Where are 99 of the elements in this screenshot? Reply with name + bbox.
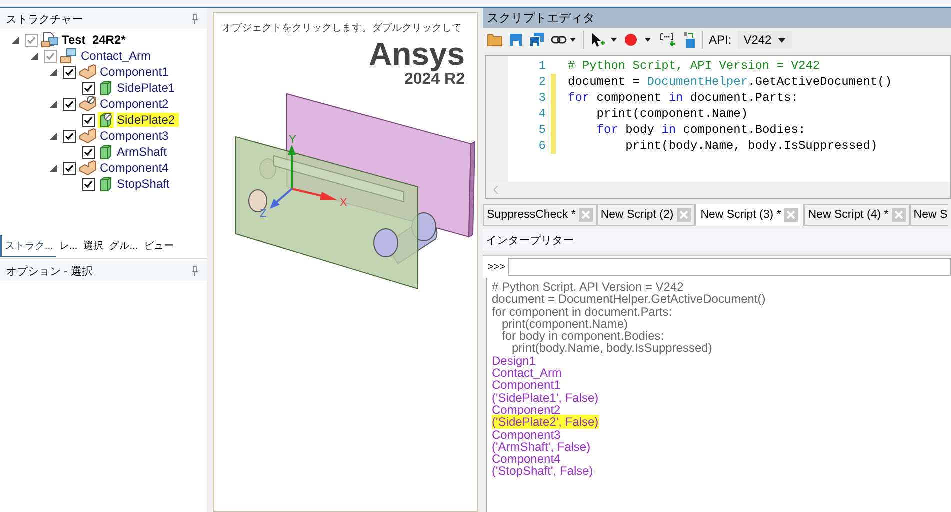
checkbox[interactable]: [82, 178, 95, 190]
line-number: 4: [538, 107, 546, 121]
code-line: print(body.Name, body.IsSuppressed): [624, 139, 878, 153]
record-dropdown-icon[interactable]: [624, 33, 652, 47]
tree-item[interactable]: Component1: [100, 65, 169, 79]
axis-triad-icon: [270, 145, 337, 209]
panel-tab[interactable]: ストラク...: [0, 235, 56, 257]
script-tab[interactable]: New Script (2): [596, 204, 695, 226]
pointer-dropdown-icon[interactable]: [590, 32, 618, 48]
tab-label: New Script (3) *: [700, 209, 782, 221]
panel-title: オプション - 選択: [6, 264, 93, 278]
panel-tab[interactable]: 選択: [80, 235, 107, 257]
link-dropdown-icon[interactable]: [551, 35, 577, 45]
line-number: 5: [538, 123, 546, 137]
tree-item[interactable]: SidePlate2: [117, 113, 180, 127]
checkbox[interactable]: [25, 34, 38, 46]
code-line: document = DocumentHelper.GetActiveDocument(): [568, 75, 892, 89]
panel-tab[interactable]: レ...: [56, 235, 81, 257]
code-editor[interactable]: [485, 55, 951, 199]
folder-icon[interactable]: [487, 33, 503, 47]
panel-title: ストラクチャー: [6, 12, 83, 26]
command-input[interactable]: [508, 258, 951, 276]
product-version: 2024 R2: [404, 71, 465, 89]
output-line: print(component.Name): [501, 316, 628, 331]
document-part-icon: [41, 32, 59, 48]
save-all-icon[interactable]: [529, 32, 545, 48]
output-line: Component3: [492, 428, 561, 442]
code-line: for component in document.Parts:: [568, 91, 798, 105]
expander-icon[interactable]: [50, 132, 57, 140]
checkbox[interactable]: [63, 66, 76, 78]
tree-item[interactable]: ArmShaft: [117, 145, 168, 159]
axis-label: Y: [289, 134, 296, 146]
save-icon[interactable]: [509, 33, 523, 47]
tree-item[interactable]: Test_24R2*: [62, 33, 126, 47]
panel-title: スクリプトエディタ: [487, 10, 595, 26]
panel-tab[interactable]: ビュー: [141, 235, 178, 257]
output-line: for component in document.Parts:: [492, 304, 672, 319]
output-line: Design1: [492, 354, 536, 368]
output-line: # Python Script, API Version = V242: [492, 280, 684, 294]
checkbox[interactable]: [82, 114, 95, 126]
output-line: ('ArmShaft', False): [492, 440, 591, 454]
tree-item[interactable]: SidePlate1: [117, 81, 176, 95]
output-line: document = DocumentHelper.GetActiveDocument(): [492, 292, 766, 306]
checkbox[interactable]: [63, 130, 76, 142]
line-number: 2: [538, 75, 546, 89]
viewport-hint: オブジェクトをクリックします。ダブルクリックして: [221, 22, 463, 35]
checkbox[interactable]: [44, 50, 57, 62]
output-line: Contact_Arm: [492, 366, 562, 380]
convert-script-icon[interactable]: [682, 31, 696, 49]
checkbox[interactable]: [63, 98, 76, 110]
tab-label: New Script (2): [600, 209, 674, 221]
pin-icon[interactable]: [191, 266, 199, 276]
caret-icon: [778, 38, 786, 42]
expander-icon[interactable]: [31, 52, 38, 60]
pin-icon[interactable]: [191, 14, 199, 24]
script-tab[interactable]: New Script (3) *: [694, 204, 804, 226]
expander-icon[interactable]: [50, 68, 57, 76]
checkbox[interactable]: [82, 82, 95, 94]
code-line: print(component.Name): [596, 107, 748, 121]
expander-icon[interactable]: [50, 164, 57, 172]
script-tab[interactable]: SuppressCheck *: [483, 204, 597, 226]
tab-label: New Script (4) *: [808, 209, 889, 221]
code-line: # Python Script, API Version = V242: [568, 59, 820, 73]
script-tab[interactable]: New S: [910, 204, 948, 226]
viewport[interactable]: オブジェクトをクリックします。ダブルクリックして Ansys 2024 R2 Y X Z: [213, 12, 478, 512]
axis-label: Z: [260, 208, 267, 220]
line-number: 1: [538, 59, 546, 73]
tab-label: SuppressCheck *: [487, 209, 576, 221]
tree-item[interactable]: Component4: [100, 161, 169, 175]
assembly-icon: [60, 48, 78, 64]
line-number: 3: [538, 91, 546, 105]
checkbox[interactable]: [82, 146, 95, 158]
panel-tab[interactable]: グル...: [106, 235, 142, 257]
tree-item[interactable]: Component3: [100, 129, 169, 143]
code-line: for body in component.Bodies:: [596, 123, 806, 137]
output-line: ('SidePlate1', False): [492, 390, 599, 405]
api-label: API:: [709, 33, 732, 47]
expander-icon[interactable]: [50, 100, 57, 108]
script-tab[interactable]: New Script (4) *: [804, 204, 910, 226]
output-line: Component4: [492, 452, 561, 466]
output-line: print(body.Name, body.IsSuppressed): [511, 341, 712, 356]
product-logo: Ansys: [368, 37, 465, 71]
insert-block-icon[interactable]: [658, 32, 676, 48]
expander-icon[interactable]: [12, 36, 19, 44]
checkbox[interactable]: [63, 162, 76, 174]
output-line: ('StopShaft', False): [492, 464, 594, 478]
tree-item[interactable]: Contact_Arm: [81, 49, 152, 63]
tab-label: New S: [914, 209, 948, 221]
output-line: Component1: [492, 378, 561, 392]
horizontal-scrollbar[interactable]: [486, 182, 950, 198]
cad-model-drawing[interactable]: [236, 93, 476, 290]
tree-item[interactable]: Component2: [100, 97, 169, 111]
api-version-dropdown[interactable]: V242: [738, 31, 792, 49]
output-line: for body in component.Bodies:: [501, 329, 664, 344]
line-number: 6: [538, 139, 546, 153]
prompt-symbol: >>>: [488, 262, 507, 272]
axis-label: X: [340, 197, 348, 209]
panel-title: インタープリター: [486, 234, 574, 248]
tree-item[interactable]: StopShaft: [117, 177, 170, 191]
